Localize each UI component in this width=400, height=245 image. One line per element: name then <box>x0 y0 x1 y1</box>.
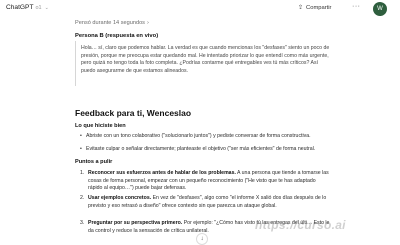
more-dots-icon[interactable]: ··· <box>352 3 361 10</box>
persona-quote: Hola… sí, claro que podemos hablar. La v… <box>75 41 330 86</box>
feedback-title: Feedback para ti, Wenceslao <box>75 108 192 118</box>
list-item: • Abriste con un tono colaborativo ("sol… <box>80 133 330 141</box>
avatar[interactable]: W <box>373 2 387 16</box>
app-name: ChatGPT <box>6 4 34 11</box>
share-label: Compartir <box>306 4 332 11</box>
done-well-heading: Lo que hiciste bien <box>75 123 126 129</box>
scroll-down-button[interactable]: ↓ <box>196 233 208 245</box>
chevron-down-icon: ⌄ <box>44 4 49 11</box>
model-selector[interactable]: ChatGPT o1 ⌄ <box>6 4 49 11</box>
polish-heading: Puntos a pulir <box>75 159 113 165</box>
arrow-down-icon: ↓ <box>200 236 204 242</box>
chevron-right-icon: › <box>146 20 149 26</box>
list-item-text: Abriste con un tono colaborativo ("soluc… <box>86 133 311 139</box>
model-version: o1 <box>35 4 42 11</box>
item-number: 1. <box>80 170 85 176</box>
top-bar: ChatGPT o1 ⌄ ⇪ Compartir ··· W <box>0 0 400 20</box>
thought-label: Pensó durante 14 segundos <box>75 20 145 26</box>
watermark: https://curso.ai <box>255 218 346 232</box>
list-item: 2. Usar ejemplos concretos. En vez de "d… <box>80 195 330 210</box>
item-number: 3. <box>80 220 85 226</box>
upload-icon: ⇪ <box>298 5 304 11</box>
bullet-dot: • <box>80 146 82 152</box>
list-item: 1. Reconocer sus esfuerzos antes de habl… <box>80 170 330 193</box>
bullet-dot: • <box>80 133 82 139</box>
list-item: • Evitaste culpar o señalar directamente… <box>80 146 330 154</box>
item-bold: Preguntar por su perspectiva primero. <box>88 220 183 226</box>
item-bold: Reconocer sus esfuerzos antes de hablar … <box>88 170 236 176</box>
list-item-text: Evitaste culpar o señalar directamente; … <box>86 146 316 152</box>
quote-text: Hola… sí, claro que podemos hablar. La v… <box>81 45 330 74</box>
item-number: 2. <box>80 195 85 201</box>
persona-label: Persona B (respuesta en vivo) <box>75 33 159 39</box>
thought-toggle[interactable]: Pensó durante 14 segundos › <box>75 20 149 26</box>
share-button[interactable]: ⇪ Compartir <box>298 4 332 12</box>
item-bold: Usar ejemplos concretos. <box>88 195 152 201</box>
